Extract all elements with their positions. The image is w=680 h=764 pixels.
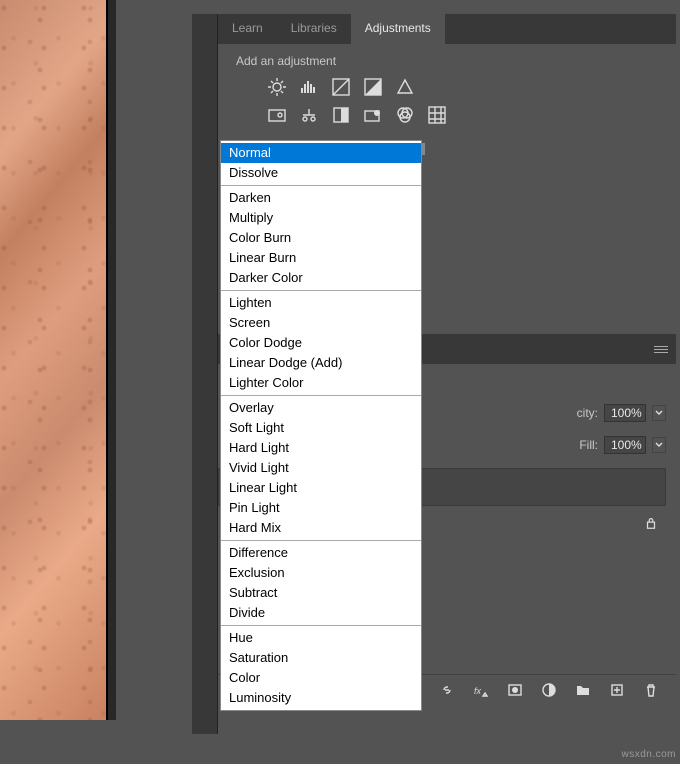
black-white-icon[interactable] (330, 104, 352, 126)
photo-filter-icon[interactable] (266, 104, 288, 126)
tab-libraries[interactable]: Libraries (277, 14, 351, 44)
add-adjustment-label: Add an adjustment (236, 54, 664, 68)
link-layers-icon[interactable] (436, 679, 458, 701)
fill-control: Fill: 100% (579, 436, 666, 454)
image-preview[interactable] (0, 0, 108, 720)
panel-tabs: Learn Libraries Adjustments (218, 14, 676, 44)
blend-mode-option[interactable]: Linear Light (221, 478, 421, 498)
blend-mode-option[interactable]: Difference (221, 543, 421, 563)
vibrance-icon[interactable] (394, 76, 416, 98)
blend-mode-option[interactable]: Multiply (221, 208, 421, 228)
color-balance-icon[interactable] (298, 104, 320, 126)
curves-icon[interactable] (330, 76, 352, 98)
canvas-workspace (0, 0, 116, 720)
delete-layer-icon[interactable] (640, 679, 662, 701)
blend-mode-option[interactable]: Divide (221, 603, 421, 623)
fill-value[interactable]: 100% (604, 436, 646, 454)
layer-mask-icon[interactable] (504, 679, 526, 701)
blend-mode-option[interactable]: Hard Mix (221, 518, 421, 538)
blend-mode-option[interactable]: Linear Burn (221, 248, 421, 268)
blend-mode-option[interactable]: Linear Dodge (Add) (221, 353, 421, 373)
layer-group-icon[interactable] (572, 679, 594, 701)
blend-mode-option[interactable]: Hard Light (221, 438, 421, 458)
channel-mixer-icon[interactable] (362, 104, 384, 126)
blend-mode-option[interactable]: Luminosity (221, 688, 421, 708)
dropdown-scroll-icon[interactable] (421, 143, 425, 155)
opacity-value[interactable]: 100% (604, 404, 646, 422)
fill-dropdown-icon[interactable] (652, 437, 666, 453)
adjustments-panel: Add an adjustment (218, 44, 676, 138)
adjustment-icons-row1 (266, 76, 664, 98)
blend-mode-option[interactable]: Color Dodge (221, 333, 421, 353)
blend-mode-option[interactable]: Soft Light (221, 418, 421, 438)
exposure-icon[interactable] (362, 76, 384, 98)
adjustment-layer-icon[interactable] (538, 679, 560, 701)
blend-mode-option[interactable]: Dissolve (221, 163, 421, 183)
tab-adjustments[interactable]: Adjustments (351, 14, 445, 44)
blend-mode-option[interactable]: Screen (221, 313, 421, 333)
blend-mode-dropdown[interactable]: NormalDissolveDarkenMultiplyColor BurnLi… (220, 140, 422, 711)
panel-menu-icon[interactable] (654, 344, 668, 354)
opacity-label: city: (577, 406, 598, 420)
watermark: wsxdn.com (621, 749, 676, 760)
svg-text:fx: fx (474, 686, 482, 696)
blend-mode-option[interactable]: Lighter Color (221, 373, 421, 393)
color-lookup-icon[interactable] (394, 104, 416, 126)
panel-side-rail (192, 14, 218, 734)
brightness-contrast-icon[interactable] (266, 76, 288, 98)
opacity-dropdown-icon[interactable] (652, 405, 666, 421)
blend-mode-option[interactable]: Exclusion (221, 563, 421, 583)
blend-mode-option[interactable]: Overlay (221, 398, 421, 418)
tab-learn[interactable]: Learn (218, 14, 277, 44)
blend-mode-option[interactable]: Lighten (221, 293, 421, 313)
blend-mode-option[interactable]: Darker Color (221, 268, 421, 288)
new-layer-icon[interactable] (606, 679, 628, 701)
lock-indicator-icon (644, 516, 658, 535)
blend-mode-option[interactable]: Color Burn (221, 228, 421, 248)
levels-icon[interactable] (298, 76, 320, 98)
blend-mode-option[interactable]: Color (221, 668, 421, 688)
opacity-control: city: 100% (577, 404, 666, 422)
layer-effects-icon[interactable]: fx (470, 679, 492, 701)
blend-mode-option[interactable]: Hue (221, 628, 421, 648)
blend-mode-option[interactable]: Darken (221, 188, 421, 208)
blend-mode-option[interactable]: Vivid Light (221, 458, 421, 478)
blend-mode-option[interactable]: Subtract (221, 583, 421, 603)
fill-label: Fill: (579, 438, 598, 452)
blend-mode-option[interactable]: Normal (221, 143, 421, 163)
blend-mode-option[interactable]: Saturation (221, 648, 421, 668)
adjustment-icons-row2 (266, 104, 664, 126)
posterize-icon[interactable] (426, 104, 448, 126)
blend-mode-option[interactable]: Pin Light (221, 498, 421, 518)
